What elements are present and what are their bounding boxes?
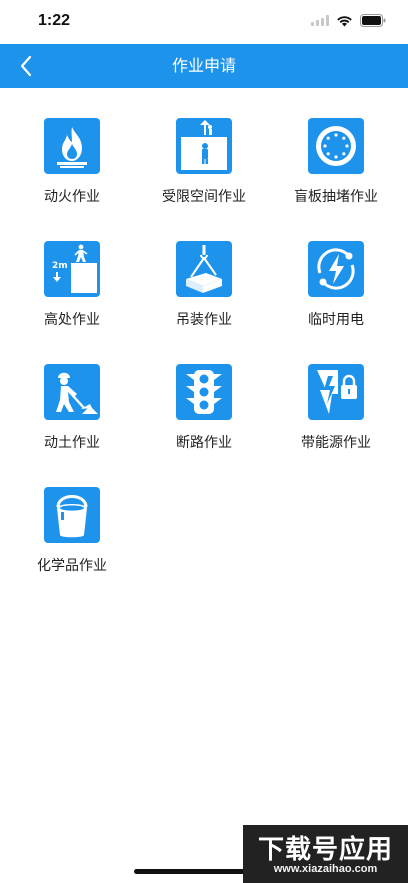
status-time: 1:22	[38, 12, 71, 29]
lifting-icon	[176, 241, 232, 297]
tile-label: 带能源作业	[301, 435, 371, 451]
temporary-power-icon	[308, 241, 364, 297]
watermark: 下载号应用 www.xiazaihao.com	[243, 825, 408, 883]
tile-height-work[interactable]: 2m 高处作业	[4, 241, 140, 351]
tile-blind-plate[interactable]: 盲板抽堵作业	[268, 118, 404, 228]
tile-label: 盲板抽堵作业	[294, 189, 378, 205]
tile-label: 高处作业	[44, 312, 100, 328]
confined-space-icon	[176, 118, 232, 174]
energized-work-icon	[308, 364, 364, 420]
wifi-icon	[336, 15, 353, 27]
tile-label: 断路作业	[176, 435, 232, 451]
battery-icon	[360, 14, 386, 27]
tile-label: 吊装作业	[176, 312, 232, 328]
tile-label: 临时用电	[308, 312, 364, 328]
back-button[interactable]	[10, 50, 42, 82]
tile-excavation[interactable]: 动土作业	[4, 364, 140, 474]
chemical-icon	[44, 487, 100, 543]
tile-label: 化学品作业	[37, 558, 107, 574]
signal-icon	[311, 15, 329, 26]
tile-label: 受限空间作业	[162, 189, 246, 205]
tile-label: 动火作业	[44, 189, 100, 205]
tile-lifting[interactable]: 吊装作业	[136, 241, 272, 351]
excavation-icon	[44, 364, 100, 420]
tile-temporary-power[interactable]: 临时用电	[268, 241, 404, 351]
chevron-left-icon	[20, 55, 32, 77]
nav-bar: 作业申请	[0, 44, 408, 88]
page-title: 作业申请	[171, 56, 236, 75]
blind-plate-icon	[308, 118, 364, 174]
watermark-title: 下载号应用	[257, 835, 393, 865]
tile-chemical[interactable]: 化学品作业	[4, 487, 140, 597]
tile-road-closure[interactable]: 断路作业	[136, 364, 272, 474]
status-bar: 1:22	[0, 0, 408, 44]
tile-energized-work[interactable]: 带能源作业	[268, 364, 404, 474]
status-icons	[311, 14, 386, 27]
height-work-icon: 2m	[44, 241, 100, 297]
watermark-url: www.xiazaihao.com	[273, 863, 378, 875]
tile-label: 动土作业	[44, 435, 100, 451]
road-closure-icon	[176, 364, 232, 420]
svg-text:2m: 2m	[52, 261, 68, 271]
tile-hot-work[interactable]: 动火作业	[4, 118, 140, 228]
fire-icon	[44, 118, 100, 174]
tile-confined-space[interactable]: 受限空间作业	[136, 118, 272, 228]
